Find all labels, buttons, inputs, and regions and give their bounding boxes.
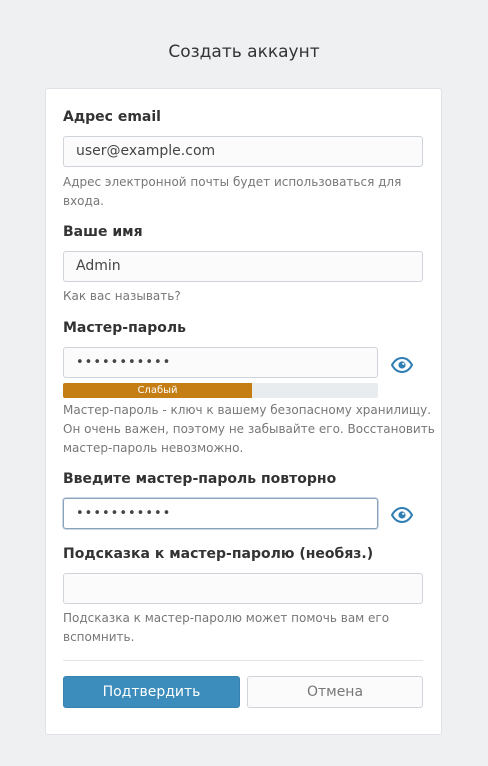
form-divider [63, 660, 423, 661]
password-strength-label: Слабый [137, 385, 178, 396]
email-help-line-1: Адрес электронной почты будет использова… [63, 175, 402, 189]
password-strength-meter: Слабый [63, 383, 378, 398]
password-hint-help-text: Подсказка к мастер-паролю может помочь в… [63, 609, 389, 647]
password-hint-label: Подсказка к мастер-паролю (необяз.) [63, 546, 374, 562]
master-password-help-line-1: Мастер-пароль - ключ к вашему безопасном… [63, 403, 432, 417]
cancel-button[interactable]: Отмена [247, 676, 423, 708]
password-hint-field[interactable] [63, 573, 423, 604]
master-password-help-text: Мастер-пароль - ключ к вашему безопасном… [63, 401, 435, 458]
master-password-help-line-3: мастер-пароль невозможно. [63, 441, 244, 455]
name-help-text: Как вас называть? [63, 289, 181, 303]
submit-button[interactable]: Подтвердить [63, 676, 240, 708]
master-password-label: Мастер-пароль [63, 320, 186, 336]
confirm-password-label: Введите мастер-пароль повторно [63, 471, 337, 487]
password-hint-help-line-2: вспомнить. [63, 630, 135, 644]
name-label: Ваше имя [63, 224, 143, 240]
eye-icon-graphic [390, 356, 414, 374]
eye-icon-graphic [390, 506, 414, 524]
page-title: Создать аккаунт [168, 42, 320, 62]
master-password-field[interactable]: ••••••••••• [63, 347, 378, 378]
email-help-text: Адрес электронной почты будет использова… [63, 173, 401, 211]
confirm-password-field[interactable]: ••••••••••• [63, 498, 378, 529]
eye-icon[interactable] [390, 356, 414, 374]
password-hint-help-line-1: Подсказка к мастер-паролю может помочь в… [63, 611, 390, 625]
name-field[interactable]: Admin [63, 251, 423, 282]
email-label: Адрес email [63, 109, 161, 125]
master-password-help-line-2: Он очень важен, поэтому не забывайте его… [63, 422, 435, 436]
email-help-line-2: входа. [63, 194, 104, 208]
eye-icon[interactable] [390, 506, 414, 524]
email-field[interactable]: user@example.com [63, 136, 423, 167]
